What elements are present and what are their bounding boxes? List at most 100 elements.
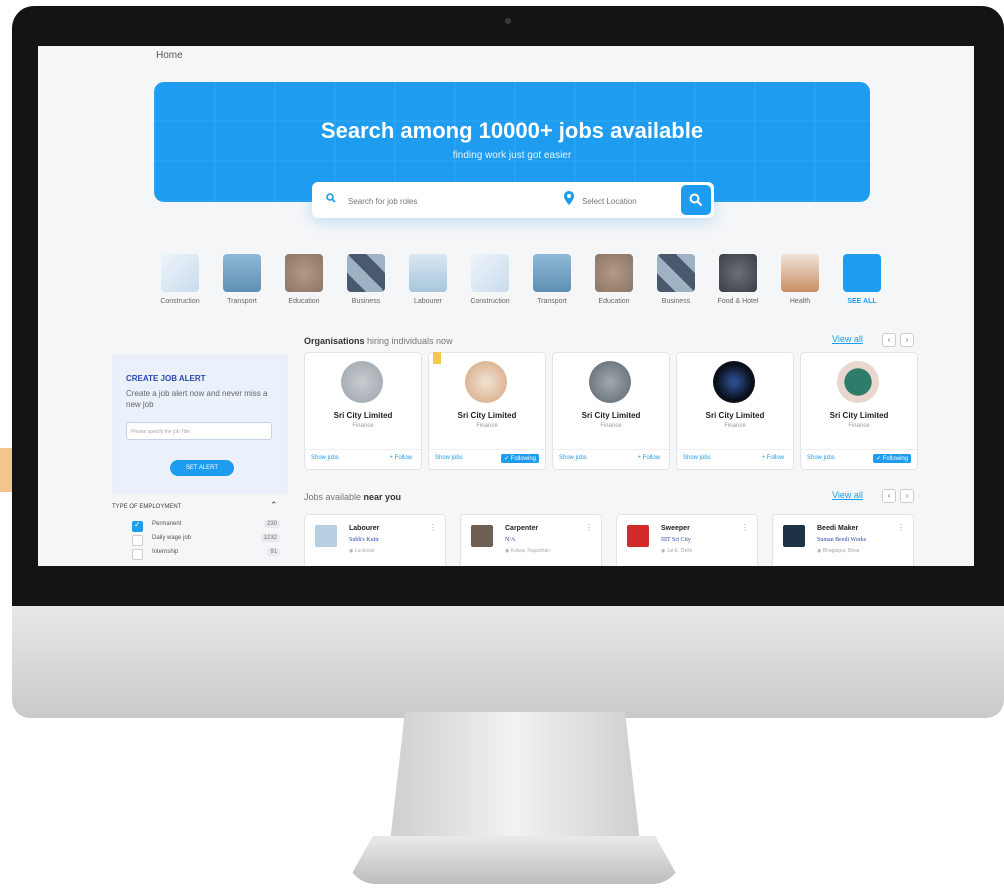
search-button[interactable]: [681, 185, 711, 215]
following-button[interactable]: ✓ Following: [500, 454, 539, 463]
org-card[interactable]: Sri City Limited Finance Show jobs + Fol…: [676, 352, 794, 470]
filter-option[interactable]: Permanent230: [132, 520, 282, 532]
job-role-search-input[interactable]: [346, 190, 540, 212]
show-jobs-link[interactable]: Show jobs: [807, 455, 835, 461]
more-options-icon[interactable]: ⋮: [741, 523, 749, 532]
org-card[interactable]: Sri City Limited Finance Show jobs + Fol…: [552, 352, 670, 470]
job-card[interactable]: Sweeper IIIT Sri City ◉ Jai-E, Delhi ⋮: [616, 514, 758, 566]
org-name: Sri City Limited: [457, 411, 517, 420]
org-name: Sri City Limited: [829, 411, 889, 420]
website-screen: Home Search among 10000+ jobs available …: [38, 46, 974, 566]
job-alert-title: CREATE JOB ALERT: [126, 374, 206, 383]
organisations-view-all-link[interactable]: View all: [832, 334, 863, 344]
chevron-left-icon[interactable]: ‹: [882, 489, 896, 503]
job-title-input[interactable]: Please specify the job Title: [126, 422, 272, 440]
category-transport[interactable]: Transport: [212, 254, 272, 305]
checkbox-checked[interactable]: [132, 520, 143, 532]
job-alert-panel: CREATE JOB ALERT Create a job alert now …: [112, 354, 288, 566]
bookmark-icon: [433, 352, 441, 364]
education-icon: [285, 254, 323, 292]
category-construction[interactable]: Construction: [150, 254, 210, 305]
starbucks-logo: [837, 361, 879, 403]
job-thumbnail: [783, 525, 805, 547]
more-options-icon[interactable]: ⋮: [897, 523, 905, 532]
job-card[interactable]: Beedi Maker Suman Beedi Works ◉ Bhagalpu…: [772, 514, 914, 566]
filter-option[interactable]: Daily wage job 1232: [132, 534, 282, 546]
chevron-up-icon[interactable]: ⌃: [270, 500, 278, 511]
filter-option[interactable]: Internship 91: [132, 548, 282, 560]
labourer-icon: [409, 254, 447, 292]
org-logo: [341, 361, 383, 403]
category-strip: Construction Transport Education Busines…: [150, 254, 881, 314]
org-logo: [465, 361, 507, 403]
more-options-icon[interactable]: ⋮: [585, 523, 593, 532]
org-card-footer: Show jobs ✓ Following: [801, 449, 917, 470]
org-category: Finance: [600, 423, 622, 429]
checkbox[interactable]: [132, 535, 143, 546]
category-education-2[interactable]: Education: [584, 254, 644, 305]
chevron-left-icon[interactable]: ‹: [882, 333, 896, 347]
category-food-hotel[interactable]: Food & Hotel: [708, 254, 768, 305]
org-card[interactable]: Sri City Limited Finance Show jobs ✓ Fol…: [428, 352, 546, 470]
job-location: ◉ Kotwa, Rajasthan: [505, 548, 550, 554]
job-thumbnail: [627, 525, 649, 547]
show-jobs-link[interactable]: Show jobs: [559, 455, 587, 461]
org-category: Finance: [724, 423, 746, 429]
category-business[interactable]: Business: [336, 254, 396, 305]
job-title: Sweeper: [661, 525, 690, 532]
org-logo: [589, 361, 631, 403]
category-transport-2[interactable]: Transport: [522, 254, 582, 305]
job-company[interactable]: Subh's Kutir: [349, 537, 379, 543]
org-name: Sri City Limited: [705, 411, 765, 420]
jobs-carousel-arrows: ‹ ›: [882, 489, 914, 503]
set-alert-button[interactable]: SET ALERT: [170, 460, 234, 476]
org-logo: [713, 361, 755, 403]
following-button[interactable]: ✓ Following: [872, 454, 911, 463]
show-jobs-link[interactable]: Show jobs: [683, 455, 711, 461]
organisations-section-title: Organisations hiring individuals now: [304, 336, 453, 346]
org-card[interactable]: Sri City Limited Finance Show jobs ✓ Fol…: [800, 352, 918, 470]
job-title: Beedi Maker: [817, 525, 859, 532]
filter-title: TYPE OF EMPLOYMENT: [112, 504, 182, 510]
category-business-2[interactable]: Business: [646, 254, 706, 305]
category-education[interactable]: Education: [274, 254, 334, 305]
org-name: Sri City Limited: [581, 411, 641, 420]
jobs-view-all-link[interactable]: View all: [832, 490, 863, 500]
food-hotel-icon: [719, 254, 757, 292]
job-company[interactable]: N/A: [505, 537, 515, 543]
org-category: Finance: [476, 423, 498, 429]
show-jobs-link[interactable]: Show jobs: [435, 455, 463, 461]
more-options-icon[interactable]: ⋮: [429, 523, 437, 532]
location-pin-icon: [564, 191, 574, 205]
follow-button[interactable]: + Follow: [386, 454, 415, 462]
job-title: Labourer: [349, 525, 380, 532]
education-icon: [595, 254, 633, 292]
job-card[interactable]: Carpenter N/A ◉ Kotwa, Rajasthan ⋮: [460, 514, 602, 566]
category-construction-2[interactable]: Construction: [460, 254, 520, 305]
org-card[interactable]: Sri City Limited Finance Show jobs + Fol…: [304, 352, 422, 470]
see-all-icon: [843, 254, 881, 292]
follow-button[interactable]: + Follow: [758, 454, 787, 462]
category-labourer[interactable]: Labourer: [398, 254, 458, 305]
transport-icon: [533, 254, 571, 292]
category-see-all[interactable]: SEE ALL: [832, 254, 892, 305]
monitor-chin: [12, 606, 1004, 718]
business-icon: [657, 254, 695, 292]
org-category: Finance: [352, 423, 374, 429]
chevron-right-icon[interactable]: ›: [900, 489, 914, 503]
location-select-input[interactable]: [580, 190, 664, 212]
job-company[interactable]: IIIT Sri City: [661, 537, 691, 543]
show-jobs-link[interactable]: Show jobs: [311, 455, 339, 461]
hero-subtitle: finding work just got easier: [452, 150, 572, 161]
construction-icon: [471, 254, 509, 292]
checkbox[interactable]: [132, 549, 143, 560]
job-location: ◉ Lucknow: [349, 548, 375, 554]
job-company[interactable]: Suman Beedi Works: [817, 537, 866, 543]
category-health[interactable]: Health: [770, 254, 830, 305]
breadcrumb[interactable]: Home: [156, 50, 183, 61]
chevron-right-icon[interactable]: ›: [900, 333, 914, 347]
follow-button[interactable]: + Follow: [634, 454, 663, 462]
search-icon: [326, 192, 336, 206]
filter-count: 1232: [260, 534, 280, 542]
job-card[interactable]: Labourer Subh's Kutir ◉ Lucknow ⋮: [304, 514, 446, 566]
